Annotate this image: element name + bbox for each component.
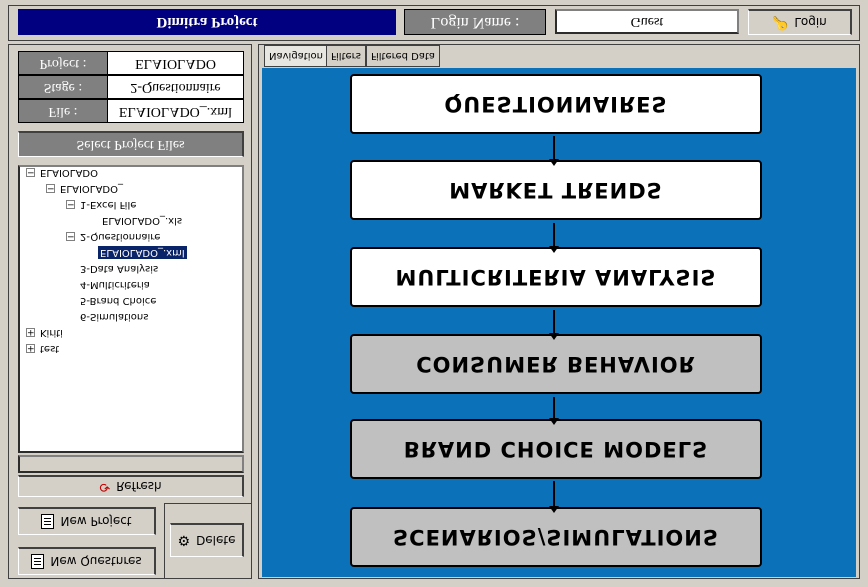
stage-value: 2-Questionnaire — [107, 75, 244, 99]
project-tree[interactable]: + test + Kiriti 6-Simulations 5-Brand Choi… — [18, 165, 244, 453]
stage-scenarios-simulations[interactable]: SCENARIOS/SIMULATIONS — [350, 507, 762, 567]
tree-item-simulations[interactable]: 6-Simulations — [80, 310, 148, 323]
tree-item-xls[interactable]: ELAIOLADO_.xls — [102, 214, 182, 227]
new-questionnaire-label: New Questnres — [50, 554, 142, 569]
file-label: File : — [18, 99, 108, 123]
refresh-button[interactable]: ⟳ Refresh — [18, 475, 244, 497]
collapse-icon[interactable]: − — [66, 231, 75, 241]
tab-filters[interactable]: Filters — [326, 45, 366, 67]
stage-questionnaires[interactable]: QUESTIONNAIRES — [350, 74, 762, 134]
tab-filtered-data[interactable]: Filtered Data — [366, 45, 440, 67]
app-title: Dimitra Project — [18, 9, 396, 35]
collapse-icon[interactable]: − — [66, 199, 75, 209]
delete-label: Delete — [196, 533, 236, 548]
tree-item-multicriteria[interactable]: 4-Multicriteria — [80, 278, 150, 291]
refresh-label: Refresh — [116, 479, 162, 494]
tree-item-test[interactable]: + test — [26, 342, 59, 355]
login-label: Login — [794, 15, 827, 30]
select-project-files-button[interactable]: Select Project Files — [18, 131, 244, 157]
tab-navigation[interactable]: Navigation — [264, 45, 328, 67]
document-icon — [31, 554, 45, 569]
expand-icon[interactable]: + — [26, 343, 35, 353]
collapse-icon[interactable]: − — [46, 183, 55, 193]
collapse-icon[interactable]: − — [26, 167, 35, 177]
new-document-icon — [41, 514, 55, 529]
tree-item-elaiolado-sub[interactable]: − ELAIOLADO_ — [46, 182, 123, 195]
flow-arrow — [553, 481, 555, 507]
tree-item-data-analysis[interactable]: 3-Data Analysis — [80, 262, 158, 275]
new-questionnaire-button[interactable]: New Questnres — [18, 547, 156, 575]
path-field[interactable] — [18, 455, 244, 473]
workflow-canvas: SCENARIOS/SIMULATIONS BRAND CHOICE MODEL… — [262, 68, 856, 577]
tree-item-excel-file[interactable]: −1-Excel File — [66, 198, 136, 211]
file-value: ELAIOLADO_.xml — [107, 99, 244, 123]
project-label: Project : — [18, 51, 108, 75]
project-value: ELAIOLADO — [107, 51, 244, 75]
flow-arrow — [553, 223, 555, 247]
login-name-label: Login Name : — [404, 9, 546, 35]
flow-arrow — [553, 397, 555, 419]
new-project-label: New Project — [60, 514, 132, 529]
refresh-icon: ⟳ — [99, 479, 111, 494]
stage-label: Stage : — [18, 75, 108, 99]
delete-icon: ⚙ — [177, 532, 191, 549]
stage-consumer-behavior[interactable]: CONSUMER BEHAVIOR — [350, 334, 762, 394]
tree-item-selected-xml[interactable]: ELAIOLADO_.xml — [98, 246, 187, 259]
tree-item-elaiolado-root[interactable]: − ELAIOLADO — [26, 166, 98, 179]
tree-item-questionnaire[interactable]: −2-Questionnaire — [66, 230, 160, 243]
login-name-field[interactable]: Guest — [555, 9, 739, 34]
tree-item-kiriti[interactable]: + Kiriti — [26, 326, 63, 339]
expand-icon[interactable]: + — [26, 327, 35, 337]
delete-button[interactable]: ⚙ Delete — [170, 523, 244, 557]
tree-item-brand-choice[interactable]: 5-Brand Choice — [80, 294, 156, 307]
new-project-button[interactable]: New Project — [18, 507, 156, 535]
flow-arrow — [553, 310, 555, 334]
stage-market-trends[interactable]: MARKET TRENDS — [350, 160, 762, 220]
key-icon: 🔑 — [772, 15, 789, 30]
login-button[interactable]: 🔑 Login — [748, 9, 852, 35]
flow-arrow — [553, 136, 555, 160]
stage-brand-choice-models[interactable]: BRAND CHOICE MODELS — [350, 419, 762, 479]
stage-multicriteria-analysis[interactable]: MULTICRITERIA ANALYSIS — [350, 247, 762, 307]
